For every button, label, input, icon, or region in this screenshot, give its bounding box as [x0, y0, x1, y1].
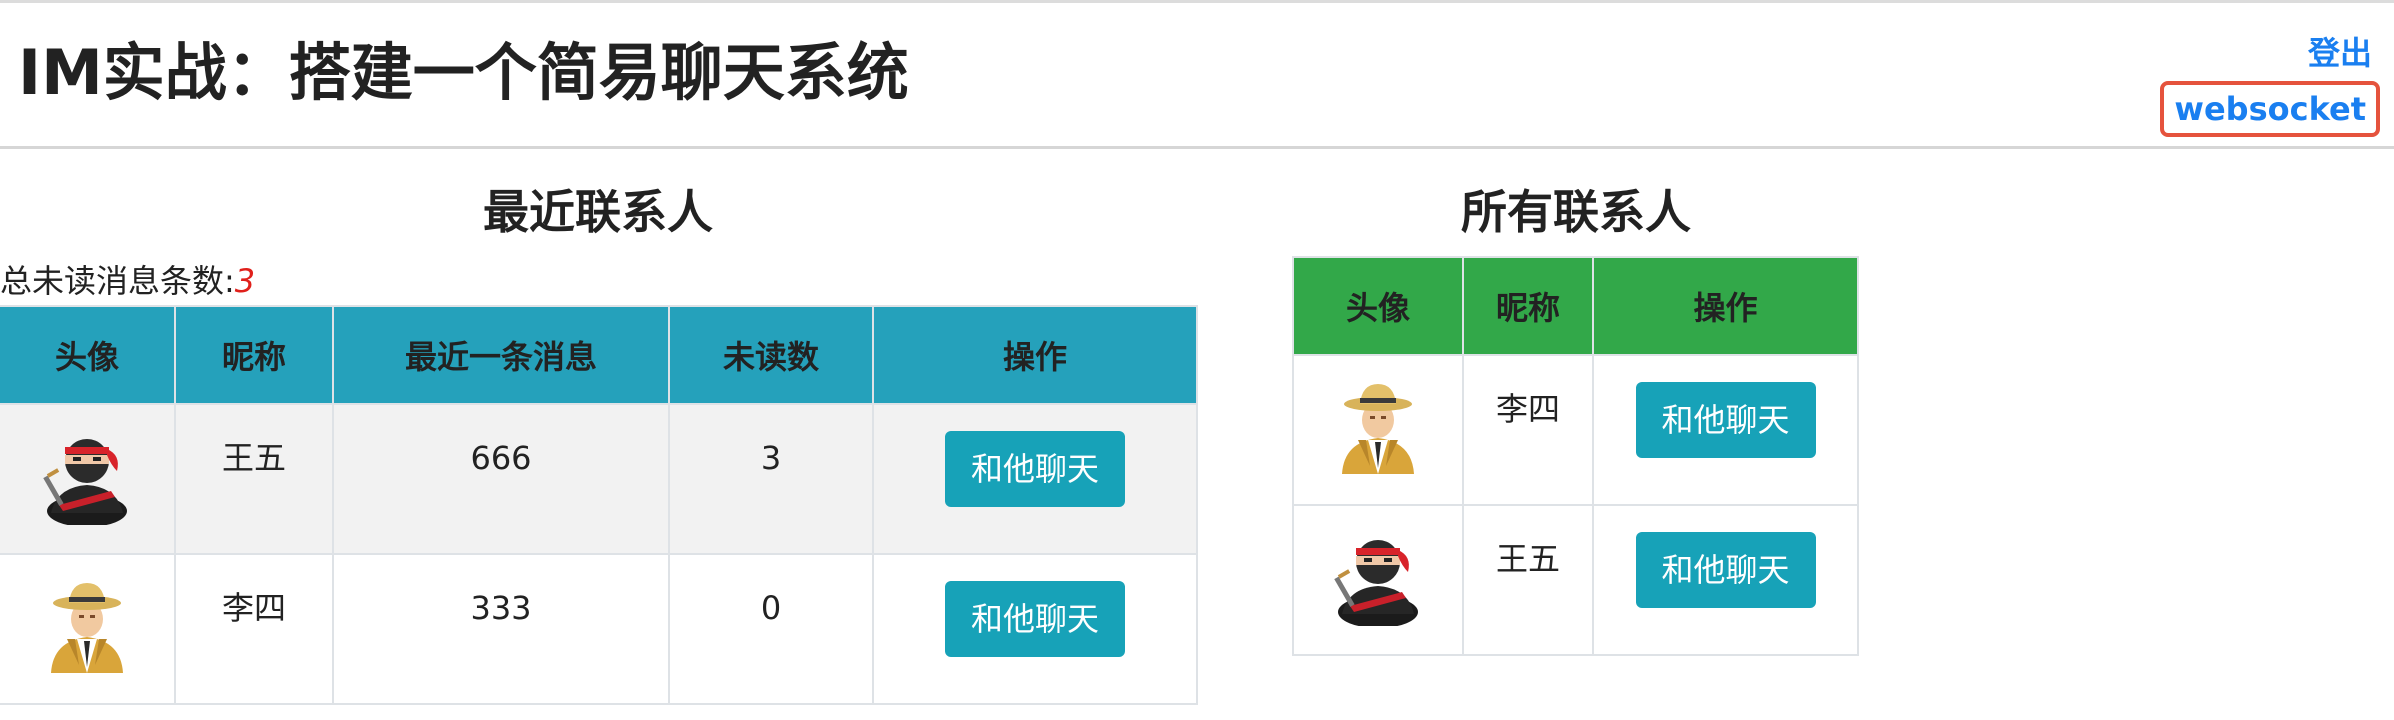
- table-row: 王五 666 3 和他聊天: [0, 403, 1198, 555]
- nickname-cell: 王五: [174, 403, 334, 555]
- column-header-nickname: 昵称: [174, 305, 334, 405]
- column-header-action: 操作: [1592, 256, 1859, 356]
- action-cell: 和他聊天: [1592, 504, 1859, 656]
- unread-cell: 3: [668, 403, 874, 555]
- column-header-nickname: 昵称: [1462, 256, 1594, 356]
- last-message-cell: 333: [332, 553, 670, 705]
- action-cell: 和他聊天: [872, 403, 1198, 555]
- last-message-cell: 666: [332, 403, 670, 555]
- nickname: 王五: [1495, 540, 1560, 578]
- unread-count: 3: [760, 439, 782, 477]
- all-contacts-title: 所有联系人: [1461, 185, 1691, 239]
- table-header-row: 头像 昵称 最近一条消息 未读数 操作: [0, 305, 1198, 405]
- avatar-cell: [0, 403, 176, 555]
- chat-button[interactable]: 和他聊天: [945, 431, 1125, 507]
- nickname: 王五: [221, 439, 286, 477]
- avatar-cell: [1292, 504, 1464, 656]
- last-message: 333: [470, 589, 532, 627]
- detective-avatar-icon: [51, 583, 123, 673]
- nickname-cell: 李四: [1462, 354, 1594, 506]
- action-cell: 和他聊天: [872, 553, 1198, 705]
- table-header-row: 头像 昵称 操作: [1292, 256, 1859, 356]
- column-header-unread: 未读数: [668, 305, 874, 405]
- unread-count: 0: [760, 589, 782, 627]
- unread-total: 总未读消息条数:3: [0, 258, 255, 304]
- table-row: 李四 333 0 和他聊天: [0, 553, 1198, 705]
- avatar-cell: [1292, 354, 1464, 506]
- ninja-avatar-icon: [43, 439, 128, 525]
- unread-total-count: 3: [234, 262, 256, 300]
- recent-contacts-title: 最近联系人: [483, 185, 713, 239]
- avatar-cell: [0, 553, 176, 705]
- detective-avatar-icon: [1342, 384, 1414, 474]
- table-row: 李四 和他聊天: [1292, 354, 1859, 506]
- action-cell: 和他聊天: [1592, 354, 1859, 506]
- chat-button[interactable]: 和他聊天: [1635, 382, 1816, 458]
- nickname: 李四: [221, 589, 286, 627]
- chat-button[interactable]: 和他聊天: [945, 581, 1125, 657]
- websocket-link[interactable]: websocket: [2160, 81, 2380, 137]
- chat-button[interactable]: 和他聊天: [1635, 532, 1816, 608]
- page-title: IM实战：搭建一个简易聊天系统: [18, 36, 909, 109]
- nickname-cell: 李四: [174, 553, 334, 705]
- column-header-last-message: 最近一条消息: [332, 305, 670, 405]
- column-header-avatar: 头像: [0, 305, 176, 405]
- logout-link[interactable]: 登出: [2308, 31, 2372, 75]
- unread-cell: 0: [668, 553, 874, 705]
- nickname-cell: 王五: [1462, 504, 1594, 656]
- table-row: 王五 和他聊天: [1292, 504, 1859, 656]
- nickname: 李四: [1495, 390, 1560, 428]
- last-message: 666: [470, 439, 532, 477]
- column-header-action: 操作: [872, 305, 1198, 405]
- unread-total-label: 总未读消息条数:: [0, 262, 235, 300]
- all-contacts-table: 头像 昵称 操作 李四 和他聊天 王五 和他聊天: [1292, 256, 1859, 656]
- ninja-avatar-icon: [1334, 540, 1418, 626]
- page-header: IM实战：搭建一个简易聊天系统 登出 websocket: [0, 3, 2394, 149]
- column-header-avatar: 头像: [1292, 256, 1464, 356]
- recent-contacts-table: 头像 昵称 最近一条消息 未读数 操作 王五 666 3 和他聊天 李四 333…: [0, 305, 1198, 705]
